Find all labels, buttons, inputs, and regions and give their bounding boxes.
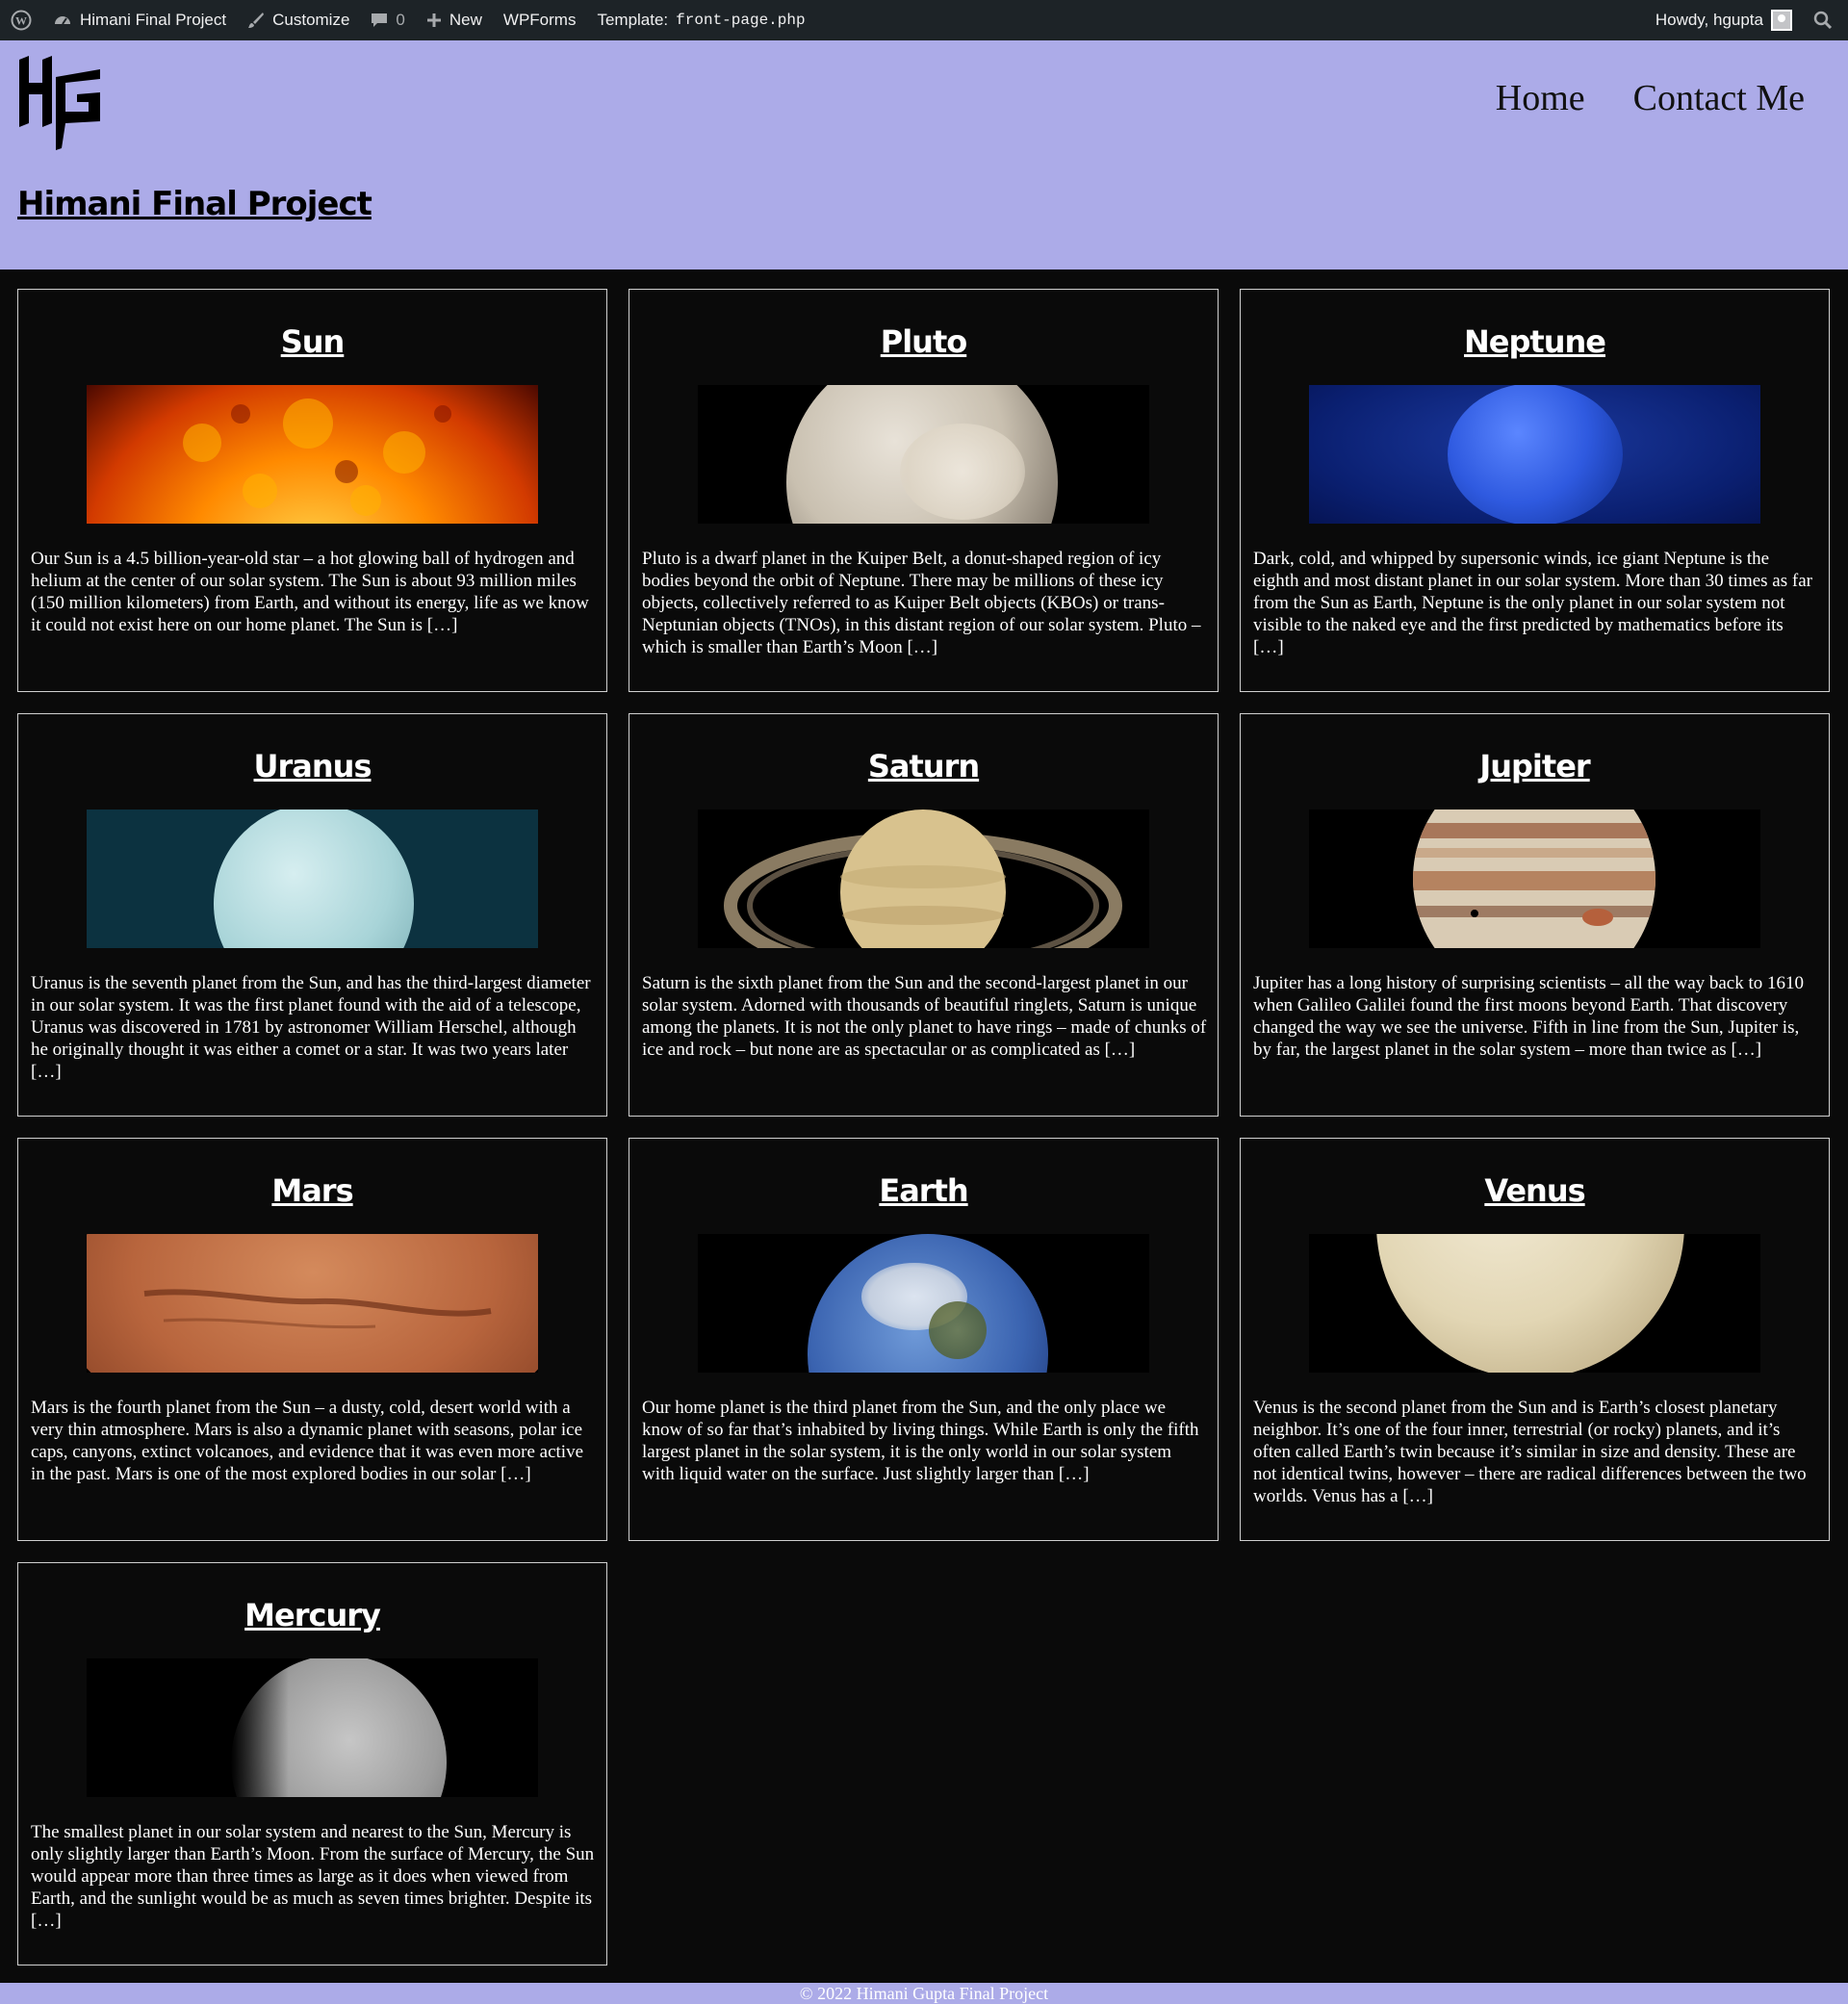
admin-bar: W Himani Final Project Customize 0 New W… — [0, 0, 1848, 40]
card-excerpt-pluto: Pluto is a dwarf planet in the Kuiper Be… — [642, 549, 1201, 657]
pluto-image[interactable] — [698, 385, 1149, 524]
card-title-earth[interactable]: Earth — [629, 1172, 1218, 1209]
planet-card-earth: Earth Our home planet is the third plane… — [629, 1138, 1219, 1541]
card-title-jupiter[interactable]: Jupiter — [1241, 748, 1829, 784]
nav-contact-me[interactable]: Contact Me — [1633, 77, 1805, 119]
brush-icon — [247, 12, 265, 29]
new-label: New — [449, 11, 482, 29]
card-title-mars[interactable]: Mars — [18, 1172, 606, 1209]
planet-card-mars: Mars Mars is the fourth planet from the … — [17, 1138, 607, 1541]
site-name-link[interactable]: Himani Final Project — [42, 0, 237, 40]
template-info[interactable]: Template: front-page.php — [586, 0, 815, 40]
planet-card-neptune: Neptune Dark, cold, and whipped by super… — [1240, 289, 1830, 692]
avatar — [1771, 10, 1792, 31]
template-label: Template: — [597, 11, 669, 29]
card-title-uranus[interactable]: Uranus — [18, 748, 606, 784]
search-button[interactable] — [1803, 0, 1848, 40]
planet-card-pluto: Pluto Pluto is a dwarf planet in the Kui… — [629, 289, 1219, 692]
site-header: Himani Final Project Home Contact Me — [0, 40, 1848, 270]
card-title-sun[interactable]: Sun — [18, 323, 606, 360]
customize-link[interactable]: Customize — [237, 0, 360, 40]
card-excerpt-mars: Mars is the fourth planet from the Sun –… — [31, 1398, 583, 1484]
wordpress-logo-button[interactable]: W — [0, 0, 42, 40]
sun-image[interactable] — [87, 385, 538, 524]
neptune-image[interactable] — [1309, 385, 1760, 524]
customize-label: Customize — [272, 11, 350, 29]
planet-card-saturn: Saturn Saturn is the sixth planet from t… — [629, 713, 1219, 1117]
planet-card-sun: Sun Our Sun is a 4.5 billion-year-old st… — [17, 289, 607, 692]
planet-grid: Sun Our Sun is a 4.5 billion-year-old st… — [17, 289, 1831, 1965]
card-excerpt-uranus: Uranus is the seventh planet from the Su… — [31, 973, 591, 1082]
comments-count: 0 — [396, 11, 405, 29]
site-footer: © 2022 Himani Gupta Final Project — [0, 1983, 1848, 2004]
primary-nav: Home Contact Me — [1496, 77, 1805, 119]
planet-card-mercury: Mercury The smallest planet in our solar… — [17, 1562, 607, 1965]
svg-text:W: W — [15, 14, 27, 28]
card-title-mercury[interactable]: Mercury — [18, 1597, 606, 1633]
card-title-saturn[interactable]: Saturn — [629, 748, 1218, 784]
wpforms-link[interactable]: WPForms — [493, 0, 587, 40]
comment-bubble-icon — [371, 12, 388, 29]
mars-image[interactable] — [87, 1234, 538, 1373]
plus-icon — [426, 13, 442, 28]
new-content-link[interactable]: New — [416, 0, 493, 40]
card-excerpt-saturn: Saturn is the sixth planet from the Sun … — [642, 973, 1207, 1060]
earth-image[interactable] — [698, 1234, 1149, 1373]
venus-image[interactable] — [1309, 1234, 1760, 1373]
card-title-pluto[interactable]: Pluto — [629, 323, 1218, 360]
wordpress-icon: W — [11, 10, 32, 31]
howdy-label: Howdy, hgupta — [1655, 11, 1763, 29]
account-menu[interactable]: Howdy, hgupta — [1645, 0, 1803, 40]
dashboard-icon — [53, 11, 72, 30]
card-title-neptune[interactable]: Neptune — [1241, 323, 1829, 360]
wpforms-label: WPForms — [502, 11, 577, 29]
footer-copyright: © 2022 Himani Gupta Final Project — [799, 1984, 1049, 2003]
card-excerpt-venus: Venus is the second planet from the Sun … — [1253, 1398, 1807, 1506]
comments-link[interactable]: 0 — [360, 0, 415, 40]
jupiter-image[interactable] — [1309, 809, 1760, 948]
site-logo[interactable] — [17, 56, 104, 150]
nav-home[interactable]: Home — [1496, 77, 1585, 119]
template-file: front-page.php — [676, 12, 806, 29]
site-name-label: Himani Final Project — [80, 11, 227, 29]
uranus-image[interactable] — [87, 809, 538, 948]
site-title[interactable]: Himani Final Project — [17, 185, 372, 223]
search-icon — [1813, 11, 1833, 30]
saturn-image[interactable] — [698, 809, 1149, 948]
card-excerpt-jupiter: Jupiter has a long history of surprising… — [1253, 973, 1805, 1060]
card-excerpt-earth: Our home planet is the third planet from… — [642, 1398, 1199, 1484]
card-excerpt-mercury: The smallest planet in our solar system … — [31, 1822, 595, 1931]
card-title-venus[interactable]: Venus — [1241, 1172, 1829, 1209]
planet-card-jupiter: Jupiter Jupiter has a long history of su… — [1240, 713, 1830, 1117]
planet-card-venus: Venus Venus is the second planet from th… — [1240, 1138, 1830, 1541]
card-excerpt-sun: Our Sun is a 4.5 billion-year-old star –… — [31, 549, 589, 635]
card-excerpt-neptune: Dark, cold, and whipped by supersonic wi… — [1253, 549, 1812, 657]
planet-card-uranus: Uranus Uranus is the seventh planet from… — [17, 713, 607, 1117]
mercury-image[interactable] — [87, 1658, 538, 1797]
